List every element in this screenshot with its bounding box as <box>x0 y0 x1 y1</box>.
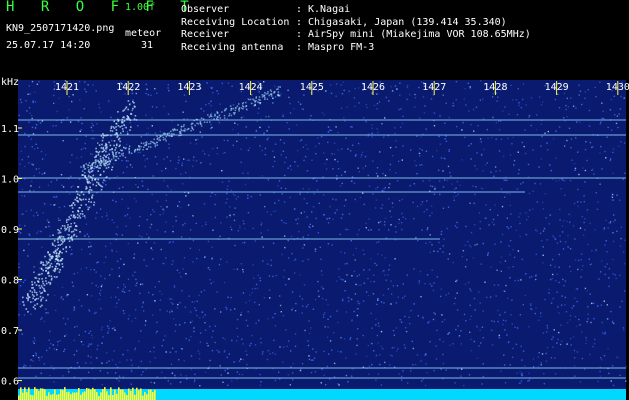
info-row-antenna: Receiving antenna : Maspro FM-3 <box>181 41 375 53</box>
info-row-receiver: Receiver : AirSpy mini (Miakejima VOR 10… <box>181 29 531 40</box>
y-axis-unit: kHz <box>1 77 19 88</box>
info-row-location: Receiving Location : Chigasaki, Japan (1… <box>181 16 507 28</box>
y-tick-label: 0.7 <box>1 326 19 337</box>
spectrogram: kHz1.11.00.90.80.70.6 1421 1422 1423 1424 14… <box>1 77 629 400</box>
info-value: Maspro FM-3 <box>308 41 375 53</box>
meteor-label: meteor <box>125 28 162 39</box>
info-label: Receiver <box>181 29 230 40</box>
y-tick-label: 0.8 <box>1 276 19 287</box>
y-tick-label: 1.1 <box>1 124 19 135</box>
file-name: KN9_2507171420.png <box>6 23 115 34</box>
y-tick-label: 0.6 <box>1 377 19 388</box>
info-label: Receiving antenna <box>181 41 284 53</box>
info-value: Chigasaki, Japan (139.414 35.340) <box>308 16 507 28</box>
y-tick-label: 0.9 <box>1 225 19 236</box>
app-version: 1.00f <box>125 2 156 13</box>
info-panel: Observer : K.Nagai Receiving Location : … <box>181 4 531 54</box>
y-tick-label: 1.0 <box>1 175 19 186</box>
info-label: Observer <box>181 4 230 15</box>
info-value: K.Nagai <box>308 4 351 15</box>
meteor-count: 31 <box>141 40 154 51</box>
app-title: H R O F F T <box>6 0 198 15</box>
info-label: Receiving Location <box>181 16 290 28</box>
file-datetime: 25.07.17 14:20 <box>6 40 91 51</box>
info-value: AirSpy mini (Miakejima VOR 108.65MHz) <box>308 29 531 40</box>
info-row-observer: Observer : K.Nagai <box>181 4 351 15</box>
bottom-signal-bar <box>18 387 626 400</box>
